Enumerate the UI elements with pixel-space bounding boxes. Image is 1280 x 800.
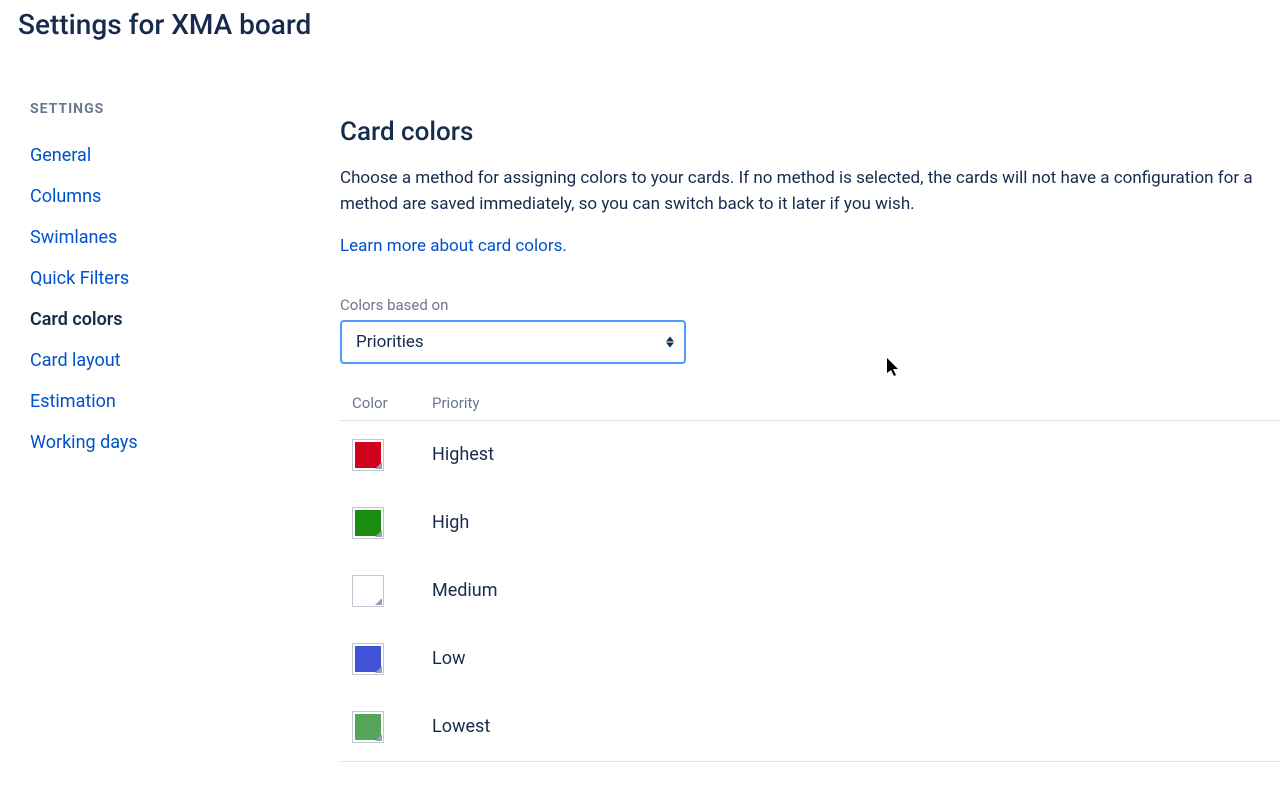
priority-name: Low bbox=[432, 648, 466, 669]
sidebar-heading: SETTINGS bbox=[30, 101, 340, 117]
column-header-color: Color bbox=[352, 394, 432, 412]
section-title: Card colors bbox=[340, 117, 1280, 147]
priority-name: High bbox=[432, 512, 469, 533]
priority-table-header: Color Priority bbox=[340, 394, 1280, 421]
priority-name: Highest bbox=[432, 444, 494, 465]
color-swatch-lowest[interactable] bbox=[352, 711, 384, 743]
page-title: Settings for XMA board bbox=[0, 0, 1280, 41]
table-row: Lowest bbox=[340, 693, 1280, 761]
sidebar-item-swimlanes[interactable]: Swimlanes bbox=[30, 217, 340, 258]
settings-sidebar: SETTINGS General Columns Swimlanes Quick… bbox=[0, 101, 340, 762]
section-description: Choose a method for assigning colors to … bbox=[340, 165, 1280, 218]
swatch-picker-icon bbox=[375, 598, 382, 605]
color-swatch-medium[interactable] bbox=[352, 575, 384, 607]
table-row: Medium bbox=[340, 557, 1280, 625]
priority-name: Lowest bbox=[432, 716, 490, 737]
swatch-picker-icon bbox=[375, 666, 382, 673]
swatch-picker-icon bbox=[375, 530, 382, 537]
sidebar-item-estimation[interactable]: Estimation bbox=[30, 381, 340, 422]
colors-based-on-select[interactable]: Priorities bbox=[340, 320, 686, 364]
sidebar-item-card-colors[interactable]: Card colors bbox=[30, 299, 340, 340]
priority-table: Color Priority Highest bbox=[340, 394, 1280, 762]
table-row: Low bbox=[340, 625, 1280, 693]
table-row: Highest bbox=[340, 421, 1280, 489]
colors-based-on-label: Colors based on bbox=[340, 296, 1280, 314]
color-swatch-high[interactable] bbox=[352, 507, 384, 539]
sidebar-item-general[interactable]: General bbox=[30, 135, 340, 176]
swatch-picker-icon bbox=[375, 462, 382, 469]
table-row: High bbox=[340, 489, 1280, 557]
table-divider bbox=[340, 761, 1280, 762]
select-value: Priorities bbox=[356, 332, 424, 352]
color-swatch-low[interactable] bbox=[352, 643, 384, 675]
sidebar-item-columns[interactable]: Columns bbox=[30, 176, 340, 217]
sidebar-item-quick-filters[interactable]: Quick Filters bbox=[30, 258, 340, 299]
sidebar-item-card-layout[interactable]: Card layout bbox=[30, 340, 340, 381]
column-header-priority: Priority bbox=[432, 394, 479, 412]
priority-name: Medium bbox=[432, 580, 498, 601]
main-content: Card colors Choose a method for assignin… bbox=[340, 101, 1280, 762]
sidebar-item-working-days[interactable]: Working days bbox=[30, 422, 340, 463]
swatch-picker-icon bbox=[375, 734, 382, 741]
color-swatch-highest[interactable] bbox=[352, 439, 384, 471]
learn-more-link[interactable]: Learn more about card colors. bbox=[340, 236, 567, 256]
